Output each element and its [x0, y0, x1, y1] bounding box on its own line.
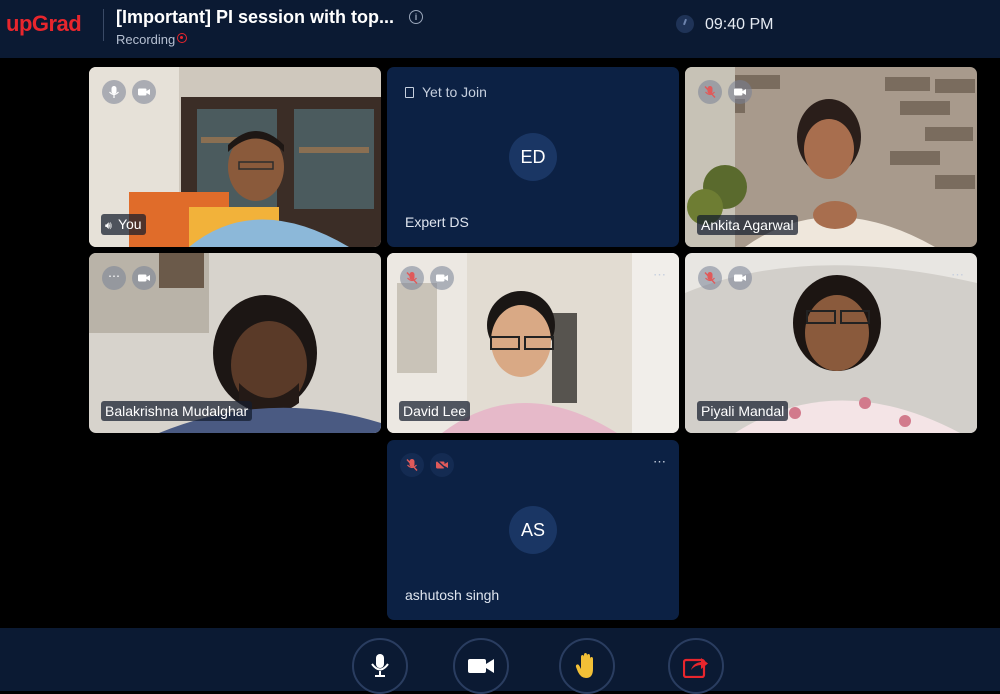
camera-off-icon[interactable] — [430, 453, 454, 477]
mic-muted-icon[interactable] — [698, 266, 722, 290]
camera-icon[interactable] — [728, 80, 752, 104]
microphone-button[interactable] — [352, 638, 408, 694]
participant-tile-david-lee[interactable]: ⋯ David Lee — [387, 253, 679, 433]
mic-muted-icon[interactable] — [400, 266, 424, 290]
session-title: [Important] PI session with top... — [116, 7, 395, 27]
recording-label: Recording — [116, 32, 176, 47]
participant-tile-expert-ds[interactable]: Yet to Join ED Expert DS — [387, 67, 679, 247]
clock-icon — [676, 15, 694, 33]
yet-to-join-label: Yet to Join — [422, 84, 487, 100]
participant-tile-balakrishna-mudalghar[interactable]: ⋯ Balakrishna Mudalghar — [89, 253, 381, 433]
enter-door-icon — [405, 87, 414, 98]
mic-muted-icon[interactable] — [400, 453, 424, 477]
clock-time: 09:40 PM — [705, 16, 774, 33]
microphone-icon — [371, 654, 389, 677]
camera-button[interactable] — [453, 638, 509, 694]
participant-tile-piyali-mandal[interactable]: ⋯ Piyali Mandal — [685, 253, 977, 433]
participant-name: You — [117, 216, 142, 232]
participant-tile-you[interactable]: 🔊︎ You — [89, 67, 381, 247]
participant-name: Balakrishna Mudalghar — [101, 401, 253, 421]
camera-icon[interactable] — [430, 266, 454, 290]
yet-to-join-status: Yet to Join — [405, 84, 487, 100]
camera-icon[interactable] — [132, 80, 156, 104]
share-screen-button[interactable] — [668, 638, 724, 694]
more-options-icon[interactable]: ⋯ — [951, 267, 965, 283]
participant-name: Ankita Agarwal — [697, 215, 798, 235]
participant-name: ashutosh singh — [405, 587, 500, 603]
meeting-controls-bar — [0, 628, 1000, 694]
participant-tile-ankita-agarwal[interactable]: Ankita Agarwal — [685, 67, 977, 247]
more-options-icon[interactable]: ⋯ — [102, 266, 126, 290]
avatar-initials: AS — [509, 506, 557, 554]
camera-icon — [468, 659, 494, 673]
participant-name: David Lee — [399, 401, 471, 421]
more-options-icon[interactable]: ⋯ — [653, 454, 667, 470]
info-icon[interactable]: i — [409, 10, 423, 24]
participant-name: Expert DS — [405, 214, 469, 230]
share-screen-icon — [683, 658, 708, 678]
avatar-initials: ED — [509, 133, 557, 181]
participant-tile-ashutosh-singh[interactable]: ⋯ AS ashutosh singh — [387, 440, 679, 620]
participant-name: Piyali Mandal — [697, 401, 789, 421]
top-bar: upGrad [Important] PI session with top..… — [0, 0, 1000, 58]
upgrad-logo: upGrad — [6, 11, 82, 36]
mic-muted-icon[interactable] — [698, 80, 722, 104]
participant-name-tag: 🔊︎ You — [101, 214, 146, 235]
raise-hand-button[interactable] — [559, 638, 615, 694]
mic-icon[interactable] — [102, 80, 126, 104]
more-options-icon[interactable]: ⋯ — [653, 267, 667, 283]
recording-indicator-icon — [177, 33, 187, 43]
speaker-icon: 🔊︎ — [105, 220, 112, 232]
header-divider — [103, 9, 104, 41]
camera-icon[interactable] — [728, 266, 752, 290]
raise-hand-icon — [575, 653, 593, 678]
camera-icon[interactable] — [132, 266, 156, 290]
